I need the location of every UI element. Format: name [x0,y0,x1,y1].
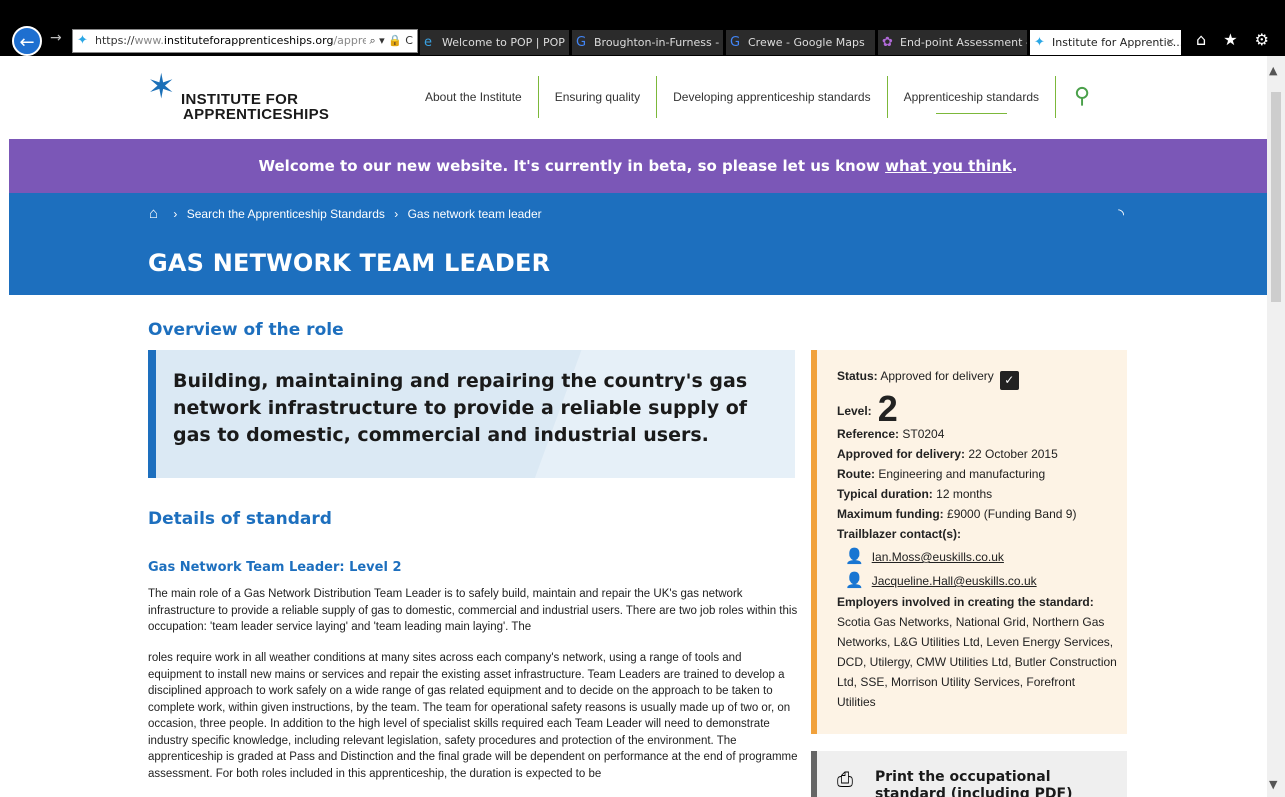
browser-chrome: ← → ✦ https://www.instituteforapprentice… [0,0,1285,56]
google-icon: G [730,35,741,50]
logo-line-2: APPRENTICESHIPS [183,106,330,123]
beta-banner-end: . [1011,157,1018,175]
scroll-down-icon[interactable]: ▼ [1269,778,1277,791]
print-label: Print the occupational standard (includi… [875,769,1073,797]
role-summary-text: Building, maintaining and repairing the … [173,370,748,446]
logo-text: INSTITUTE FOR APPRENTICESHIPS [181,92,381,122]
route-label: Route: [837,467,875,481]
details-paragraph-1: The main role of a Gas Network Distribut… [148,588,798,633]
route-value: Engineering and manufacturing [878,467,1046,481]
level-value: 2 [877,388,898,429]
tab-label: Broughton-in-Furness - G... [594,36,723,49]
tab-label: Institute for Apprentic... [1052,36,1182,49]
beta-banner: Welcome to our new website. It's current… [9,139,1267,193]
duration-label: Typical duration: [837,487,933,501]
route-row: Route: Engineering and manufacturing [837,464,1127,484]
funding-row: Maximum funding: £9000 (Funding Band 9) [837,504,1127,524]
details-paragraph-2: roles require work in all weather condit… [148,652,798,780]
scroll-up-icon[interactable]: ▲ [1269,64,1277,77]
details-subheading: Gas Network Team Leader: Level 2 [148,560,402,575]
feedback-link[interactable]: what you think [885,157,1012,175]
site-favicon-icon: ✦ [77,33,88,48]
standard-info-panel: Status: Approved for delivery ✓ Level: 2 R… [811,350,1127,734]
contact-2: 👤 Jacqueline.Hall@euskills.co.uk [837,570,1127,592]
google-icon: G [576,35,587,50]
level-label: Level: [837,404,872,418]
page-scrollbar[interactable]: ▲ ▼ [1267,56,1285,797]
contact-email-1[interactable]: Ian.Moss@euskills.co.uk [872,550,1004,564]
tab-institute-active[interactable]: ✦ Institute for Apprentic... ✕ [1030,30,1182,55]
breadcrumb-search-standards[interactable]: Search the Apprenticeship Standards [187,207,385,221]
breadcrumb-current: Gas network team leader [407,207,542,221]
person-icon: 👤 [845,548,864,565]
breadcrumb: ⌂ › Search the Apprenticeship Standards … [149,205,542,222]
browser-toolbar-icons[interactable]: ⌂ ★ ⚙ [1196,30,1275,49]
home-icon[interactable]: ⌂ [149,205,158,222]
flower-icon: ✿ [882,35,893,50]
tab-label: Crewe - Google Maps [748,36,865,49]
close-icon[interactable]: ✕ [1166,30,1175,55]
breadcrumb-separator: › [394,207,399,221]
funding-value: £9000 (Funding Band 9) [947,507,1077,521]
employers-value: Scotia Gas Networks, National Grid, Nort… [837,615,1117,709]
address-controls[interactable]: ⌕ ▾ 🔒 C [366,30,413,52]
overview-heading: Overview of the role [148,320,344,340]
title-band: ⌂ › Search the Apprenticeship Standards … [9,193,1267,295]
tab-label: End-point Assessment - E... [900,36,1027,49]
nav-developing-standards[interactable]: Developing apprenticeship standards [657,76,888,118]
clipboard-check-icon: ✓ [999,371,1019,390]
duration-value: 12 months [936,487,993,501]
tab-end-point-assessment[interactable]: ✿ End-point Assessment - E... [878,30,1028,55]
tab-broughton[interactable]: G Broughton-in-Furness - G... [572,30,724,55]
print-standard-button[interactable]: ⎙ Print the occupational standard (inclu… [811,751,1127,797]
forward-arrow-icon[interactable]: → [50,30,62,46]
reference-label: Reference: [837,427,900,441]
search-icon[interactable]: ⚲ [1056,76,1108,118]
page-title: GAS NETWORK TEAM LEADER [148,249,551,277]
level-row: Level: 2 [837,391,1127,427]
rss-icon[interactable]: ◝ [1118,205,1124,223]
site-header: ✶ INSTITUTE FOR APPRENTICESHIPS About th… [9,56,1267,139]
logo-star-icon: ✶ [147,67,176,107]
details-heading: Details of standard [148,509,332,529]
logo-line-1: INSTITUTE FOR [181,91,299,108]
contact-1: 👤 Ian.Moss@euskills.co.uk [837,546,1127,568]
star-favicon-icon: ✦ [1034,35,1045,50]
main-nav: About the Institute Ensuring quality Dev… [409,76,1108,118]
printer-icon: ⎙ [837,767,853,791]
url-prefix: www. [134,34,164,47]
nav-apprenticeship-standards[interactable]: Apprenticeship standards [888,76,1057,118]
trailblazer-label: Trailblazer contact(s): [837,527,962,541]
scrollbar-thumb[interactable] [1271,92,1281,302]
employers-label: Employers involved in creating the stand… [837,595,1094,609]
back-arrow-icon[interactable]: ← [12,26,42,56]
approved-value: 22 October 2015 [968,447,1058,461]
person-icon: 👤 [845,572,864,589]
reference-value: ST0204 [902,427,945,441]
funding-label: Maximum funding: [837,507,944,521]
reference-row: Reference: ST0204 [837,424,1127,444]
tab-label: Welcome to POP | POP [442,36,565,49]
nav-ensuring-quality[interactable]: Ensuring quality [539,76,658,118]
ie-icon: e [424,35,432,50]
page-content: ✶ INSTITUTE FOR APPRENTICESHIPS About th… [9,56,1267,797]
status-value: Approved for delivery [880,369,994,383]
tab-crewe-maps[interactable]: G Crewe - Google Maps [726,30,876,55]
beta-banner-text: Welcome to our new website. It's current… [258,157,886,175]
status-row: Status: Approved for delivery ✓ [837,366,1127,390]
contact-email-2[interactable]: Jacqueline.Hall@euskills.co.uk [872,574,1037,588]
breadcrumb-separator: › [173,207,178,221]
approved-row: Approved for delivery: 22 October 2015 [837,444,1127,464]
address-bar[interactable]: ✦ https://www.instituteforapprenticeship… [72,29,418,53]
role-summary: Building, maintaining and repairing the … [148,350,795,478]
tab-welcome-pop[interactable]: e Welcome to POP | POP [420,30,570,55]
duration-row: Typical duration: 12 months [837,484,1127,504]
status-label: Status: [837,369,878,383]
url-host: instituteforapprenticeships.org [163,34,334,47]
nav-about[interactable]: About the Institute [409,76,539,118]
approved-label: Approved for delivery: [837,447,966,461]
url-scheme: https:// [95,34,135,47]
